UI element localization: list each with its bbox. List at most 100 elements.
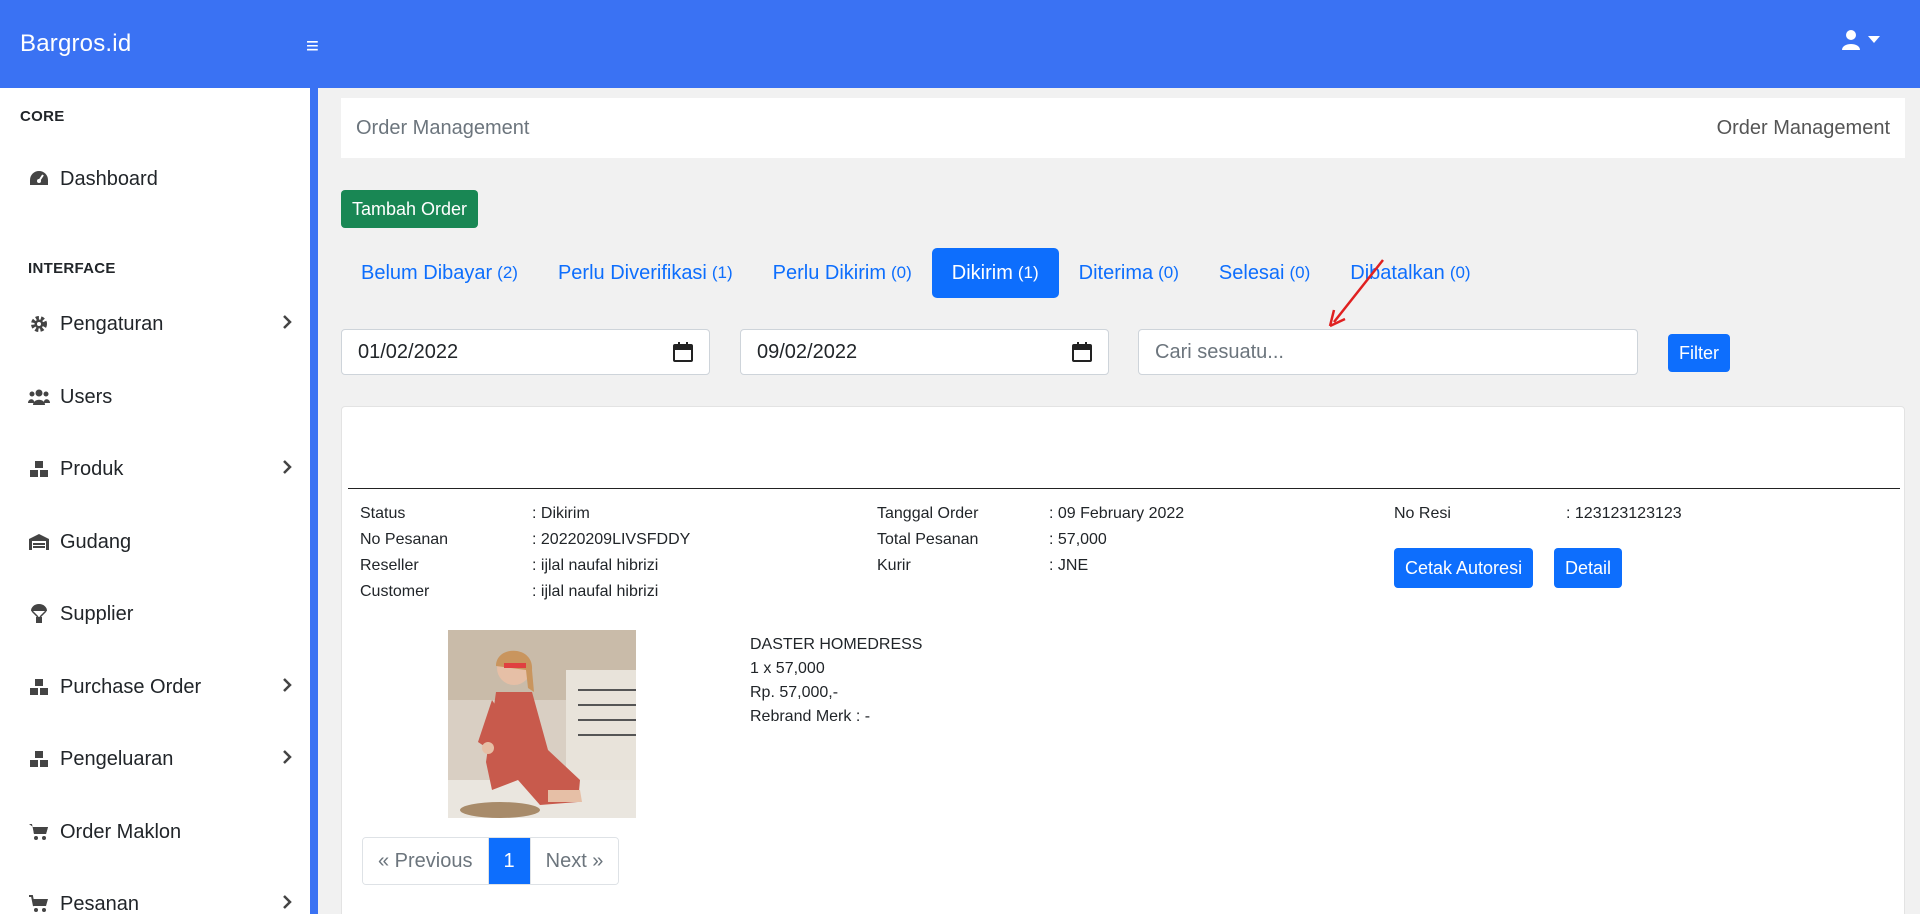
annotation-arrow-icon	[1328, 259, 1384, 328]
info-label: Tanggal Order	[877, 505, 979, 522]
user-icon	[1842, 30, 1860, 50]
tab-count: (0)	[1449, 263, 1471, 282]
caret-down-icon	[1868, 36, 1880, 43]
chevron-right-icon	[283, 895, 292, 909]
tab-label: Diterima	[1078, 261, 1154, 284]
boxes-icon	[28, 459, 50, 479]
info-row-customer: Customer: ijlal naufal hibrizi	[360, 579, 690, 605]
sidebar-item-order-maklon[interactable]: Order Maklon	[28, 812, 294, 852]
calendar-icon[interactable]	[1072, 342, 1092, 362]
info-row-reseller: Reseller : ijlal naufal hibrizi	[360, 553, 690, 579]
info-label: Reseller	[360, 557, 419, 574]
info-value: : Dikirim	[532, 505, 590, 522]
order-info-column-1: Status: Dikirim No Pesanan : 20220209LIVS…	[360, 501, 690, 605]
info-row-no-resi: No Resi : 123123123123	[1394, 501, 1682, 527]
tab-label: Dikirim	[951, 261, 1013, 284]
users-icon	[28, 387, 50, 407]
order-info-column-2: Tanggal Order: 09 February 2022 Total Pe…	[877, 501, 1184, 579]
order-card: Status: Dikirim No Pesanan : 20220209LIVS…	[341, 406, 1905, 914]
tab-count: (0)	[891, 263, 912, 282]
sidebar-item-pengaturan[interactable]: Pengaturan	[28, 304, 294, 344]
tab-selesai[interactable]: Selesai (0)	[1199, 248, 1330, 298]
tab-label: Perlu Dikirim	[772, 261, 887, 284]
info-value: : JNE	[1049, 557, 1089, 574]
info-value: : ijlal naufal hibrizi	[532, 557, 659, 574]
info-value: : 57,000	[1049, 531, 1107, 548]
user-menu[interactable]	[1842, 30, 1880, 50]
info-value: : 20220209LIVSFDDY	[532, 531, 691, 548]
tab-label: Perlu Diverifikasi	[557, 261, 707, 284]
tab-belum-dibayar[interactable]: Belum Dibayar (2)	[341, 248, 538, 298]
info-row-tanggal-order: Tanggal Order: 09 February 2022	[877, 501, 1184, 527]
breadcrumb-current: Order Management	[1716, 116, 1890, 139]
menu-toggle-icon[interactable]: ≡	[306, 33, 319, 59]
sidebar-item-pengeluaran[interactable]: Pengeluaran	[28, 739, 294, 779]
sidebar-item-label: Gudang	[60, 530, 132, 553]
tab-count: (1)	[1017, 263, 1039, 282]
calendar-icon[interactable]	[673, 342, 693, 362]
tab-perlu-diverifikasi[interactable]: Perlu Diverifikasi (1)	[538, 248, 753, 298]
end-date-value: 09/02/2022	[757, 340, 858, 363]
print-autoresi-button[interactable]: Cetak Autoresi	[1394, 548, 1534, 588]
order-info-column-3: No Resi : 123123123123	[1394, 501, 1682, 527]
sidebar-item-purchase-order[interactable]: Purchase Order	[28, 667, 294, 707]
add-order-button[interactable]: Tambah Order	[341, 190, 479, 228]
product-subtotal: Rp. 57,000,-	[750, 684, 839, 701]
info-label: Customer	[360, 583, 430, 600]
sidebar-item-supplier[interactable]: Supplier	[28, 594, 294, 634]
brand-title[interactable]: Bargros.id	[20, 30, 131, 58]
tab-dikirim[interactable]: Dikirim (1)	[931, 248, 1059, 298]
chevron-right-icon	[283, 678, 292, 692]
pagination-next[interactable]: Next »	[529, 838, 619, 884]
chevron-right-icon	[283, 315, 292, 329]
card-divider	[348, 488, 1900, 489]
breadcrumb: Order Management Order Management	[341, 98, 1905, 158]
warehouse-icon	[28, 532, 50, 552]
sidebar-item-gudang[interactable]: Gudang	[28, 522, 294, 562]
sidebar-item-label: Pengaturan	[60, 312, 164, 335]
sidebar-item-label: Users	[60, 385, 113, 408]
start-date-value: 01/02/2022	[358, 340, 459, 363]
search-input[interactable]	[1138, 329, 1638, 375]
main-content: Order Management Order Management Tambah…	[326, 88, 1920, 914]
cart-icon	[28, 822, 50, 842]
info-row-status: Status: Dikirim	[360, 501, 690, 527]
start-date-input[interactable]: 01/02/2022	[341, 329, 710, 375]
gauge-icon	[28, 169, 50, 189]
sidebar-item-label: Order Maklon	[60, 820, 182, 843]
info-value: : 123123123123	[1566, 505, 1682, 522]
tab-perlu-dikirim[interactable]: Perlu Dikirim (0)	[753, 248, 932, 298]
info-row-total-pesanan: Total Pesanan: 57,000	[877, 527, 1184, 553]
pagination: « Previous 1 Next »	[362, 837, 620, 885]
sidebar-item-produk[interactable]: Produk	[28, 449, 294, 489]
pagination-previous[interactable]: « Previous	[363, 838, 488, 884]
parachute-box-icon	[28, 604, 50, 624]
sidebar-item-label: Pengeluaran	[60, 747, 174, 770]
info-label: No Resi	[1394, 505, 1451, 522]
detail-button[interactable]: Detail	[1554, 548, 1623, 588]
sidebar-item-pesanan[interactable]: Pesanan	[28, 884, 294, 914]
sidebar: CORE Dashboard INTERFACE Pengaturan User…	[0, 88, 318, 914]
chevron-right-icon	[283, 460, 292, 474]
product-info: DASTER HOMEDRESS 1 x 57,000 Rp. 57,000,-…	[750, 633, 922, 729]
tab-count: (0)	[1289, 263, 1311, 282]
tab-count: (1)	[711, 263, 733, 282]
end-date-input[interactable]: 09/02/2022	[740, 329, 1109, 375]
top-navbar: Bargros.id ≡	[0, 0, 1920, 88]
info-label: No Pesanan	[360, 531, 449, 548]
order-status-tabs: Belum Dibayar (2) Perlu Diverifikasi (1) P…	[341, 248, 1491, 298]
breadcrumb-title: Order Management	[356, 116, 530, 139]
product-image	[448, 630, 636, 818]
sidebar-item-users[interactable]: Users	[28, 377, 294, 417]
tab-diterima[interactable]: Diterima (0)	[1059, 248, 1199, 298]
product-name: DASTER HOMEDRESS	[750, 636, 923, 653]
cart-icon	[28, 894, 50, 914]
filter-button[interactable]: Filter	[1668, 334, 1730, 372]
sidebar-item-dashboard[interactable]: Dashboard	[28, 159, 294, 199]
pagination-page-1[interactable]: 1	[487, 838, 530, 884]
sidebar-item-label: Purchase Order	[60, 675, 202, 698]
sidebar-item-label: Produk	[60, 457, 124, 480]
sidebar-heading-core: CORE	[20, 108, 65, 125]
product-rebrand: Rebrand Merk : -	[750, 708, 871, 725]
tab-count: (0)	[1158, 263, 1179, 282]
